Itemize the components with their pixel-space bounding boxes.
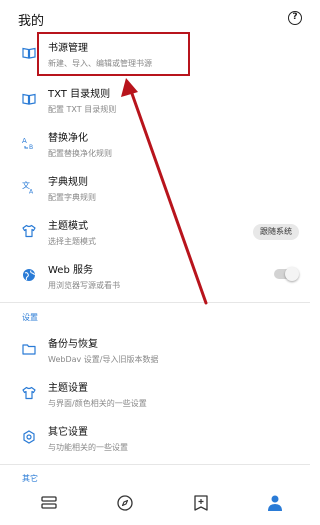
item-label: 主题模式	[48, 221, 88, 232]
replace-icon: AB	[22, 136, 36, 150]
menu-item-txt-toc-rule[interactable]: TXT 目录规则 配置 TXT 目录规则	[0, 82, 310, 122]
item-desc: 配置 TXT 目录规则	[48, 105, 117, 114]
bookmark-icon[interactable]	[192, 494, 212, 514]
section-divider	[0, 464, 310, 465]
highlight-box	[37, 32, 190, 76]
item-desc: 用浏览器写源或看书	[48, 281, 120, 290]
menu-item-backup-restore[interactable]: 备份与恢复 WebDav 设置/导入旧版本数据	[0, 332, 310, 372]
item-desc: 与界面/颜色相关的一些设置	[48, 399, 147, 408]
bookshelf-icon[interactable]	[40, 494, 60, 514]
menu-item-web-service[interactable]: Web 服务 用浏览器写源或看书	[0, 258, 310, 298]
web-service-toggle[interactable]	[274, 267, 299, 281]
book-source-icon	[22, 46, 36, 60]
help-icon[interactable]: ?	[288, 11, 302, 25]
section-title-settings: 设置	[22, 313, 38, 322]
menu-item-theme-settings[interactable]: 主题设置 与界面/颜色相关的一些设置	[0, 376, 310, 416]
item-label: 主题设置	[48, 383, 88, 394]
svg-text:A: A	[22, 137, 27, 145]
menu-item-other-settings[interactable]: 其它设置 与功能相关的一些设置	[0, 420, 310, 460]
compass-icon[interactable]	[116, 494, 136, 514]
item-label: 备份与恢复	[48, 339, 98, 350]
folder-icon	[22, 342, 36, 356]
tshirt-icon	[22, 224, 36, 238]
item-desc: 选择主题模式	[48, 237, 96, 246]
item-label: 替换净化	[48, 133, 88, 144]
item-label: Web 服务	[48, 265, 93, 276]
item-label: TXT 目录规则	[48, 89, 111, 100]
menu-item-dictionary-rule[interactable]: 文A 字典规则 配置字典规则	[0, 170, 310, 210]
toc-rule-icon	[22, 92, 36, 106]
dictionary-icon: 文A	[22, 180, 36, 194]
app-header: 我的 ?	[0, 0, 310, 36]
globe-icon	[22, 268, 36, 282]
item-desc: 配置字典规则	[48, 193, 96, 202]
person-icon[interactable]	[266, 494, 286, 514]
toggle-knob	[285, 267, 299, 281]
item-desc: WebDav 设置/导入旧版本数据	[48, 355, 159, 364]
svg-text:A: A	[29, 189, 34, 195]
menu-item-theme-mode[interactable]: 主题模式 选择主题模式 跟随系统	[0, 214, 310, 254]
page-title: 我的	[18, 14, 45, 29]
tshirt-icon	[22, 386, 36, 400]
section-title-other: 其它	[22, 474, 38, 483]
theme-mode-chip[interactable]: 跟随系统	[253, 224, 299, 240]
menu-item-replace-purify[interactable]: AB 替换净化 配置替换净化规则	[0, 126, 310, 166]
item-desc: 与功能相关的一些设置	[48, 443, 128, 452]
bottom-nav	[0, 488, 310, 525]
item-label: 字典规则	[48, 177, 88, 188]
item-desc: 配置替换净化规则	[48, 149, 112, 158]
section-divider	[0, 302, 310, 303]
svg-text:B: B	[29, 144, 33, 150]
item-label: 其它设置	[48, 427, 88, 438]
settings-icon	[22, 430, 36, 444]
